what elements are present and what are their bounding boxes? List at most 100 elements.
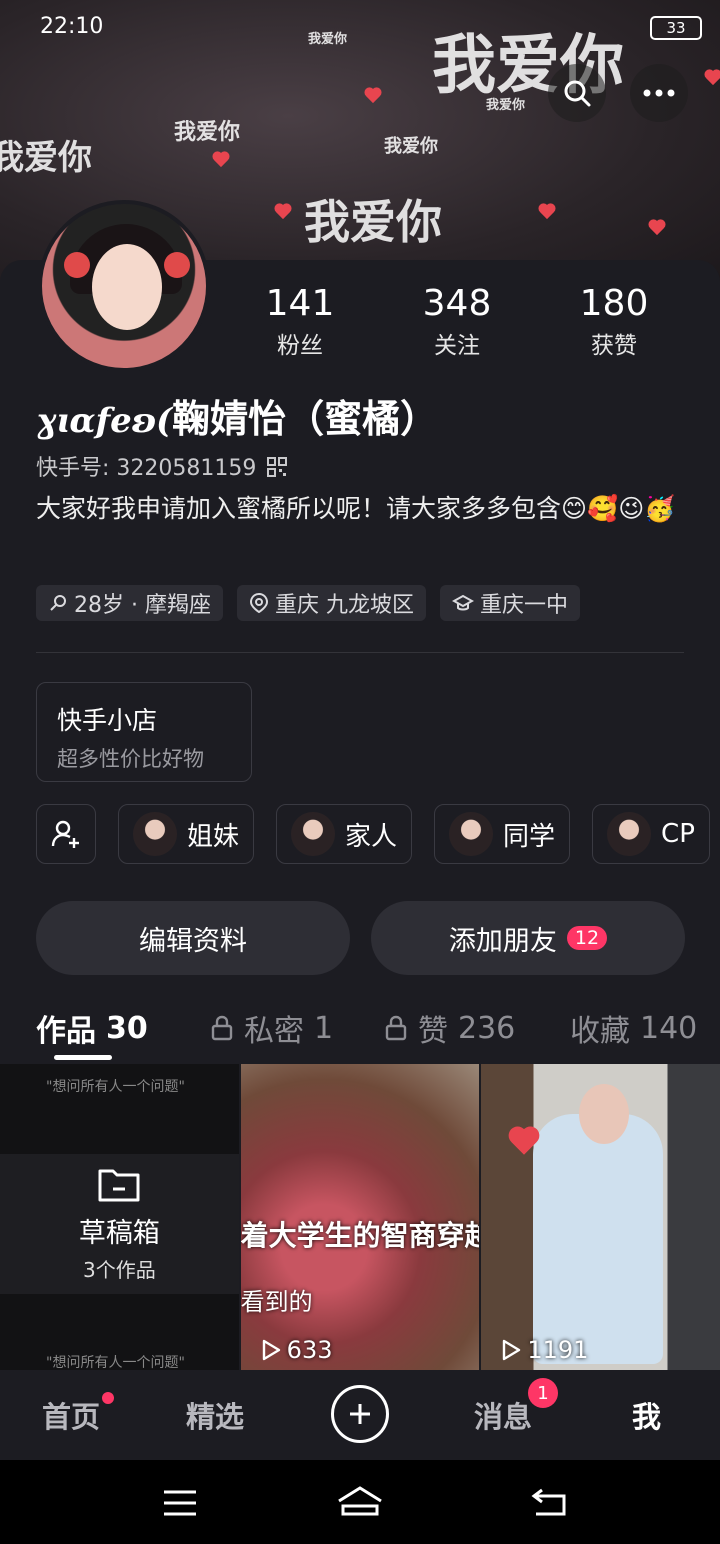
add-group-button[interactable]	[36, 804, 96, 864]
stat-number: 141	[265, 283, 335, 324]
stat-label: 关注	[434, 333, 480, 359]
group-avatar	[449, 812, 494, 856]
drafts-box: 草稿箱 3个作品	[0, 1154, 239, 1294]
thumbnail-person-head	[579, 1084, 630, 1144]
tab-indicator	[54, 1055, 112, 1060]
heart-icon	[648, 220, 666, 236]
content-tabs: 作品 30 私密 1 赞 236 收藏 140	[0, 1006, 720, 1056]
play-count-text: 1191	[527, 1336, 589, 1364]
menu-icon[interactable]	[162, 1488, 198, 1518]
gender-female-icon	[50, 595, 66, 611]
lock-icon	[211, 1015, 233, 1041]
stat-likes[interactable]: 180 获赞	[544, 282, 684, 360]
create-button[interactable]	[331, 1385, 389, 1443]
group-label: 姐妹	[187, 821, 240, 852]
heart-icon	[508, 1128, 540, 1157]
cover-text: 我爱你	[0, 138, 92, 178]
shop-title: 快手小店	[57, 706, 158, 735]
tab-favorites[interactable]: 收藏 140	[570, 1006, 697, 1050]
profile-tags: 28岁 · 摩羯座 重庆 九龙坡区 重庆一中	[36, 585, 580, 621]
kuaishou-id[interactable]: 快手号: 3220581159	[36, 450, 288, 482]
video-overlay-text: 着大学生的智商穿越到	[240, 1219, 480, 1252]
stat-label: 获赞	[591, 333, 637, 359]
tab-label: 作品	[36, 1014, 96, 1049]
nav-me[interactable]: 我	[632, 1394, 661, 1436]
folder-icon	[98, 1169, 140, 1202]
home-notification-dot	[102, 1392, 114, 1404]
status-time: 22:10	[40, 14, 104, 39]
search-icon	[564, 80, 591, 107]
group-row: 姐妹 家人 同学 CP	[36, 804, 710, 864]
more-icon	[643, 89, 675, 97]
group-family[interactable]: 家人	[276, 804, 413, 864]
avatar[interactable]	[38, 200, 210, 372]
tag-location: 重庆 九龙坡区	[236, 585, 426, 621]
draft-caption: "想问所有人一个问题"	[46, 1079, 185, 1095]
nav-home[interactable]: 首页	[42, 1394, 100, 1436]
cover-text: 我爱你	[308, 32, 348, 47]
stat-followers[interactable]: 141 粉丝	[230, 282, 370, 360]
group-avatar	[133, 812, 177, 856]
plus-icon	[350, 1404, 370, 1424]
group-avatar	[607, 812, 652, 856]
group-label: 家人	[345, 821, 398, 852]
add-friend-button[interactable]: 添加朋友 12	[371, 901, 685, 975]
tab-liked[interactable]: 赞 236	[384, 1006, 515, 1050]
avatar-bow	[64, 252, 90, 278]
qr-code-icon[interactable]	[267, 457, 288, 477]
group-label: 同学	[503, 821, 556, 852]
group-avatar	[291, 812, 336, 856]
tab-count: 1	[314, 1010, 334, 1046]
tag-text: 重庆一中	[479, 593, 568, 618]
system-nav-bar	[0, 1460, 720, 1544]
edit-profile-button[interactable]: 编辑资料	[36, 901, 350, 975]
search-button[interactable]	[548, 64, 606, 122]
tag-text: 28岁 · 摩羯座	[74, 593, 211, 618]
lock-icon	[385, 1015, 407, 1041]
heart-icon	[364, 88, 382, 104]
group-cp[interactable]: CP	[592, 804, 710, 864]
video-thumbnail[interactable]: 着大学生的智商穿越到 看到的 633	[240, 1064, 480, 1370]
name-text: 鞠婧怡（蜜橘）	[172, 397, 439, 441]
group-classmates[interactable]: 同学	[434, 804, 571, 864]
draft-caption: "想问所有人一个问题"	[46, 1355, 185, 1370]
play-icon	[503, 1339, 521, 1361]
draft-title: 草稿箱	[78, 1218, 160, 1249]
heart-icon	[704, 70, 720, 86]
nav-featured[interactable]: 精选	[186, 1394, 244, 1436]
tab-count: 30	[106, 1010, 148, 1046]
tab-works[interactable]: 作品 30	[36, 1006, 148, 1050]
kuaishou-shop-card[interactable]: 快手小店 超多性价比好物	[36, 682, 252, 782]
avatar-face	[92, 244, 162, 330]
battery-indicator: 33	[650, 16, 702, 40]
heart-icon	[538, 204, 556, 220]
shop-subtitle: 超多性价比好物	[57, 747, 204, 771]
nav-messages[interactable]: 消息	[474, 1394, 532, 1436]
tab-label: 收藏	[570, 1014, 630, 1049]
tag-text: 重庆 九龙坡区	[274, 593, 414, 618]
stat-label: 粉丝	[277, 333, 323, 359]
school-cap-icon	[451, 594, 474, 611]
stat-following[interactable]: 348 关注	[387, 282, 527, 360]
group-sisters[interactable]: 姐妹	[118, 804, 255, 864]
play-icon	[262, 1339, 280, 1361]
video-thumbnail[interactable]: 1191	[481, 1064, 720, 1370]
stat-number: 348	[422, 283, 492, 324]
works-grid: "想问所有人一个问题" 草稿箱 3个作品 "想问所有人一个问题" 着大学生的智商…	[0, 1064, 720, 1370]
add-friend-label: 添加朋友	[448, 925, 557, 957]
more-button[interactable]	[630, 64, 688, 122]
tag-age: 28岁 · 摩羯座	[36, 585, 223, 621]
tag-school: 重庆一中	[439, 585, 580, 621]
back-icon[interactable]	[530, 1486, 570, 1518]
add-user-icon	[51, 820, 79, 848]
cover-text: 我爱你	[384, 136, 438, 157]
cover-text: 我爱你	[486, 98, 526, 113]
kuaishou-id-text: 快手号: 3220581159	[36, 456, 257, 481]
draft-count: 3个作品	[82, 1258, 156, 1282]
home-icon[interactable]	[336, 1484, 384, 1518]
tab-label: 私密	[244, 1014, 304, 1049]
drafts-cell[interactable]: "想问所有人一个问题" 草稿箱 3个作品 "想问所有人一个问题"	[0, 1064, 239, 1370]
play-count-text: 633	[286, 1336, 333, 1364]
add-friend-badge: 12	[566, 926, 608, 950]
tab-private[interactable]: 私密 1	[210, 1006, 333, 1050]
